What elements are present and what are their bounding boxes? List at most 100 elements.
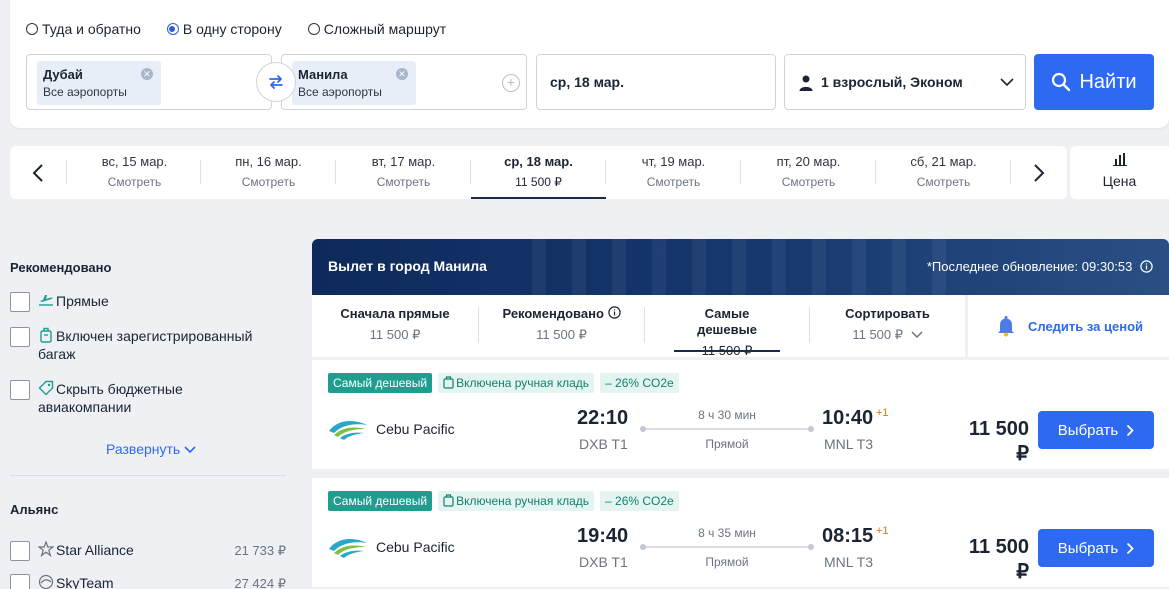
stops-label: Прямой [705,555,749,569]
sort-tabs: Сначала прямые 11 500 ₽ Рекомендовано 11… [312,295,1169,358]
trip-type-group: Туда и обратно В одну сторону Сложный ма… [26,21,446,37]
origin-field[interactable]: Дубай Все аэропорты ✕ [26,54,272,110]
destination-city: Манила [298,67,348,82]
sort-dropdown[interactable]: Сортировать 11 500 ₽ [810,295,965,357]
date-field[interactable]: ср, 18 мар. [536,54,776,110]
origin-chip[interactable]: Дубай Все аэропорты ✕ [37,61,161,105]
flight-duration: 8 ч 30 мин [698,408,756,422]
results-title: Вылет в город Манила [328,258,487,274]
watch-price-button[interactable]: Следить за ценой [965,295,1169,357]
alliance-min-price: 21 733 ₽ [234,543,286,558]
bell-icon [997,316,1014,337]
checkbox[interactable] [10,327,30,347]
remove-destination-icon[interactable]: ✕ [395,68,408,80]
alliance-min-price: 27 424 ₽ [234,576,286,589]
destination-chip[interactable]: Манила Все аэропорты ✕ [292,61,416,105]
origin-city: Дубай [43,67,83,82]
carry-on-icon [443,376,454,389]
badge-cheapest: Самый дешевый [328,373,433,393]
departure-airport: DXB T1 [579,554,628,570]
star-alliance-icon [38,541,54,557]
arrival-airport: MNL T3 [824,554,874,570]
search-icon [1052,72,1071,92]
search-button[interactable]: Найти [1034,54,1154,110]
flight-badges: Самый дешевый Включена ручная кладь – 26… [328,373,679,393]
flight-price: 11 500 ₽ [968,536,1029,583]
trip-type-oneway[interactable]: В одну сторону [166,21,282,37]
trip-type-multicity[interactable]: Сложный маршрут [307,21,446,37]
filter-section-title: Рекомендовано [10,260,112,275]
date-strip: вс, 15 мар. Смотреть пн, 16 мар. Смотрет… [10,146,1067,199]
select-flight-button[interactable]: Выбрать [1038,529,1154,567]
date-option-selected[interactable]: ср, 18 мар. 11 500 ₽ [471,146,606,199]
swap-button[interactable] [256,62,296,102]
filter-hide-budget[interactable]: Скрыть бюджетные авиакомпании [10,380,230,416]
last-update: *Последнее обновление: 09:30:53 [927,259,1153,274]
chevron-right-icon [1127,542,1134,554]
skyteam-icon [38,574,54,589]
flight-duration: 8 ч 35 мин [698,526,756,540]
trip-type-roundtrip[interactable]: Туда и обратно [26,21,141,37]
results-header: Вылет в город Манила *Последнее обновлен… [312,239,1169,295]
badge-cheapest: Самый дешевый [328,491,433,511]
cebu-pacific-logo [329,421,367,440]
divider [10,475,286,476]
remove-origin-icon[interactable]: ✕ [140,68,153,80]
checkbox[interactable] [10,574,30,589]
passengers-field[interactable]: 1 взрослый, Эконом [784,54,1026,110]
date-option[interactable]: вт, 17 мар. Смотреть [336,146,471,199]
chevron-down-icon [1000,78,1014,87]
filter-section-title: Альянс [10,502,59,517]
info-icon[interactable] [1140,260,1153,273]
date-option[interactable]: пт, 20 мар. Смотреть [741,146,876,199]
arrival-airport: MNL T3 [824,436,874,452]
airline-name: Cebu Pacific [376,539,455,555]
arrival-time: 10:40 [822,407,874,429]
info-icon[interactable] [607,306,621,319]
filter-baggage[interactable]: Включен зарегистрированный багаж [10,327,270,363]
select-flight-button[interactable]: Выбрать [1038,411,1154,449]
badge-carry-on: Включена ручная кладь [438,373,595,393]
chevron-down-icon [184,446,196,454]
carry-on-icon [443,494,454,507]
prev-dates-button[interactable] [10,146,66,199]
airline-name: Cebu Pacific [376,421,455,437]
passengers-summary: 1 взрослый, Эконом [821,74,963,90]
radio-icon[interactable] [26,23,38,35]
destination-field[interactable]: Манила Все аэропорты ✕ + [281,54,527,110]
add-destination-icon[interactable]: + [502,74,520,92]
date-option[interactable]: вс, 15 мар. Смотреть [67,146,202,199]
flight-card[interactable]: Самый дешевый Включена ручная кладь – 26… [312,478,1169,587]
date-option[interactable]: чт, 19 мар. Смотреть [606,146,741,199]
departure-time: 19:40 [577,525,629,547]
person-icon [799,75,813,91]
checkbox[interactable] [10,541,30,561]
sort-recommended[interactable]: Рекомендовано 11 500 ₽ [479,295,644,357]
origin-airports: Все аэропорты [43,85,127,99]
flight-badges: Самый дешевый Включена ручная кладь – 26… [328,491,679,511]
checkbox[interactable] [10,380,30,400]
price-calendar-button[interactable]: Цена [1070,146,1169,199]
next-dates-button[interactable] [1011,146,1067,199]
tag-icon [38,380,54,396]
flight-price: 11 500 ₽ [968,418,1029,465]
destination-airports: Все аэропорты [298,85,382,99]
flight-card[interactable]: Самый дешевый Включена ручная кладь – 26… [312,360,1169,469]
route-line [640,426,814,432]
expand-filters-link[interactable]: Развернуть [106,441,196,457]
swap-arrows-icon [269,75,283,89]
stops-label: Прямой [705,437,749,451]
filter-direct[interactable]: Прямые [10,292,109,312]
checkbox[interactable] [10,292,30,312]
departure-date: ср, 18 мар. [550,74,624,90]
sort-cheapest[interactable]: Самые дешевые 11 500 ₽ [674,295,780,358]
sort-direct-first[interactable]: Сначала прямые 11 500 ₽ [312,295,478,357]
departure-time: 22:10 [577,407,629,429]
cebu-pacific-logo [329,539,367,558]
date-option[interactable]: пн, 16 мар. Смотреть [201,146,336,199]
next-day-badge: +1 [876,407,889,419]
date-option[interactable]: сб, 21 мар. Смотреть [876,146,1011,199]
radio-selected-icon[interactable] [166,23,179,35]
route-line [640,544,814,550]
radio-icon[interactable] [307,23,320,35]
